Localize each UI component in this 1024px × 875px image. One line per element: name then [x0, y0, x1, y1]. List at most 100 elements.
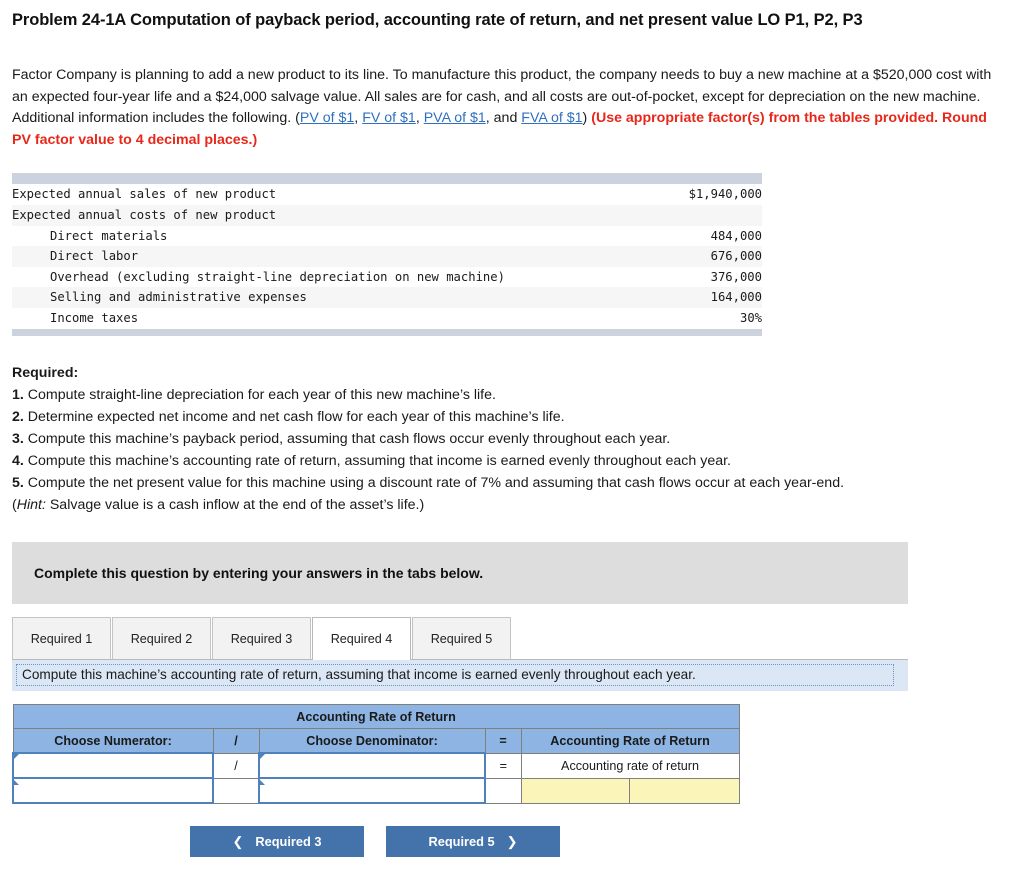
instruction-banner: Complete this question by entering your … [12, 542, 908, 605]
active-tab-prompt-text: Compute this machine’s accounting rate o… [16, 664, 894, 687]
intro-separator-1: , [354, 110, 363, 127]
arr-table: Accounting Rate of Return Choose Numerat… [12, 704, 740, 805]
facts-table: Expected annual sales of new product $1,… [12, 184, 762, 329]
fact-label: Expected annual sales of new product [12, 184, 665, 205]
table-row: Expected annual costs of new product [12, 204, 762, 226]
fact-value: 376,000 [664, 266, 762, 288]
next-required-label: Required 5 [428, 834, 495, 850]
denominator-dropdown-row1[interactable] [258, 752, 486, 780]
chevron-right-icon: ❯ [506, 833, 518, 849]
active-tab-prompt: Compute this machine’s accounting rate o… [12, 659, 908, 692]
fact-value [664, 204, 762, 226]
arr-title-row: Accounting Rate of Return [12, 704, 740, 730]
pv-of-1-link[interactable]: PV of $1 [300, 110, 354, 126]
tab-navigation: ❮ Required 3 Required 5 ❯ [12, 826, 738, 858]
hint-text: Salvage value is a cash inflow at the en… [45, 497, 425, 514]
fv-of-1-link[interactable]: FV of $1 [362, 110, 416, 126]
requirement-item-1: 1. Compute straight-line depreciation fo… [12, 384, 1012, 406]
fact-value: 484,000 [664, 225, 762, 247]
previous-required-button[interactable]: ❮ Required 3 [190, 826, 364, 858]
result-label-row1: Accounting rate of return [520, 752, 740, 779]
tab-label: Required 2 [130, 632, 193, 647]
table-row: / = Accounting rate of return [12, 752, 740, 780]
requirement-text: Compute this machine’s payback period, a… [23, 431, 671, 448]
tab-label: Required 4 [330, 632, 393, 647]
page-title: Problem 24-1A Computation of payback per… [12, 11, 863, 29]
divide-symbol-row1: / [212, 752, 260, 779]
fact-value: $1,940,000 [664, 184, 762, 205]
table-row: Direct materials 484,000 [12, 225, 762, 247]
tab-required-4[interactable]: Required 4 [312, 617, 411, 661]
pva-of-1-link[interactable]: PVA of $1 [424, 110, 486, 126]
result-input-b[interactable] [628, 777, 740, 804]
requirement-number: 5. [12, 475, 24, 492]
instruction-banner-text: Complete this question by entering your … [34, 565, 484, 582]
tab-required-2[interactable]: Required 2 [112, 617, 211, 661]
tab-label: Required 1 [30, 632, 93, 647]
intro-separator-2: , [415, 110, 424, 127]
requirement-tabs: Required 1 Required 2 Required 3 Require… [12, 616, 908, 661]
requirement-number: 1. [12, 387, 24, 404]
requirement-hint: (Hint: Salvage value is a cash inflow at… [12, 494, 1012, 516]
chevron-left-icon: ❮ [232, 833, 244, 849]
tab-label: Required 3 [230, 632, 293, 647]
intro-close-paren: ) [582, 110, 592, 127]
requirement-item-5: 5. Compute the net present value for thi… [12, 472, 1012, 494]
requirement-item-4: 4. Compute this machine’s accounting rat… [12, 450, 1012, 472]
next-required-button[interactable]: Required 5 ❯ [386, 826, 560, 858]
table-row: Direct labor 676,000 [12, 246, 762, 267]
requirement-number: 3. [12, 431, 24, 448]
problem-page: Problem 24-1A Computation of payback per… [0, 0, 1024, 858]
previous-required-label: Required 3 [255, 834, 322, 850]
requirement-number: 4. [12, 453, 24, 470]
requirement-item-3: 3. Compute this machine’s payback period… [12, 428, 1012, 450]
required-heading: Required: [12, 365, 79, 382]
dropdown-marker-icon [260, 780, 265, 786]
table-row: Selling and administrative expenses 164,… [12, 287, 762, 308]
dropdown-marker-icon [14, 754, 19, 760]
hint-label: Hint: [16, 497, 46, 514]
requirement-text: Compute this machine’s accounting rate o… [23, 453, 731, 470]
intro-separator-3: , and [485, 110, 522, 127]
given-data-table: Expected annual sales of new product $1,… [12, 173, 762, 337]
tab-required-3[interactable]: Required 3 [212, 617, 311, 661]
equals-symbol-row1: = [484, 752, 522, 779]
requirement-number: 2. [12, 409, 24, 426]
fva-of-1-link[interactable]: FVA of $1 [521, 110, 582, 126]
header-accounting-rate-of-return: Accounting Rate of Return [520, 728, 740, 754]
arr-table-title: Accounting Rate of Return [12, 704, 740, 730]
requirements-list: Required: 1. Compute straight-line depre… [12, 362, 1012, 516]
facts-table-body: Expected annual sales of new product $1,… [12, 184, 762, 329]
fact-label: Overhead (excluding straight-line deprec… [12, 266, 665, 288]
equals-symbol-row2 [484, 777, 522, 804]
divide-symbol-row2 [212, 777, 260, 804]
fact-label: Direct materials [12, 225, 665, 247]
fact-label: Income taxes [12, 307, 665, 329]
fact-label: Direct labor [12, 246, 665, 267]
numerator-dropdown-row2[interactable] [12, 777, 214, 805]
problem-intro-paragraph: Factor Company is planning to add a new … [12, 65, 1002, 151]
requirement-text: Determine expected net income and net ca… [23, 409, 565, 426]
table-row: Income taxes 30% [12, 307, 762, 329]
denominator-dropdown-row2[interactable] [258, 777, 486, 805]
table-row [12, 777, 740, 805]
requirement-text: Compute straight-line depreciation for e… [23, 387, 496, 404]
numerator-dropdown-row1[interactable] [12, 752, 214, 780]
result-input-a[interactable] [520, 777, 630, 804]
table-row: Expected annual sales of new product $1,… [12, 184, 762, 205]
requirement-text: Compute the net present value for this m… [23, 475, 845, 492]
fact-value: 676,000 [664, 246, 762, 267]
tab-required-5[interactable]: Required 5 [412, 617, 511, 661]
header-choose-numerator: Choose Numerator: [12, 728, 214, 754]
requirement-item-2: 2. Determine expected net income and net… [12, 406, 1012, 428]
arr-header-row: Choose Numerator: / Choose Denominator: … [12, 728, 740, 754]
table-bottom-rule [12, 329, 762, 337]
table-top-rule [12, 173, 762, 185]
fact-label: Expected annual costs of new product [12, 204, 665, 226]
tab-label: Required 5 [430, 632, 493, 647]
arr-table-body: Accounting Rate of Return Choose Numerat… [12, 704, 740, 805]
tab-required-1[interactable]: Required 1 [12, 617, 111, 661]
header-equals-symbol: = [484, 728, 522, 754]
table-row: Overhead (excluding straight-line deprec… [12, 266, 762, 288]
dropdown-marker-icon [260, 754, 265, 760]
